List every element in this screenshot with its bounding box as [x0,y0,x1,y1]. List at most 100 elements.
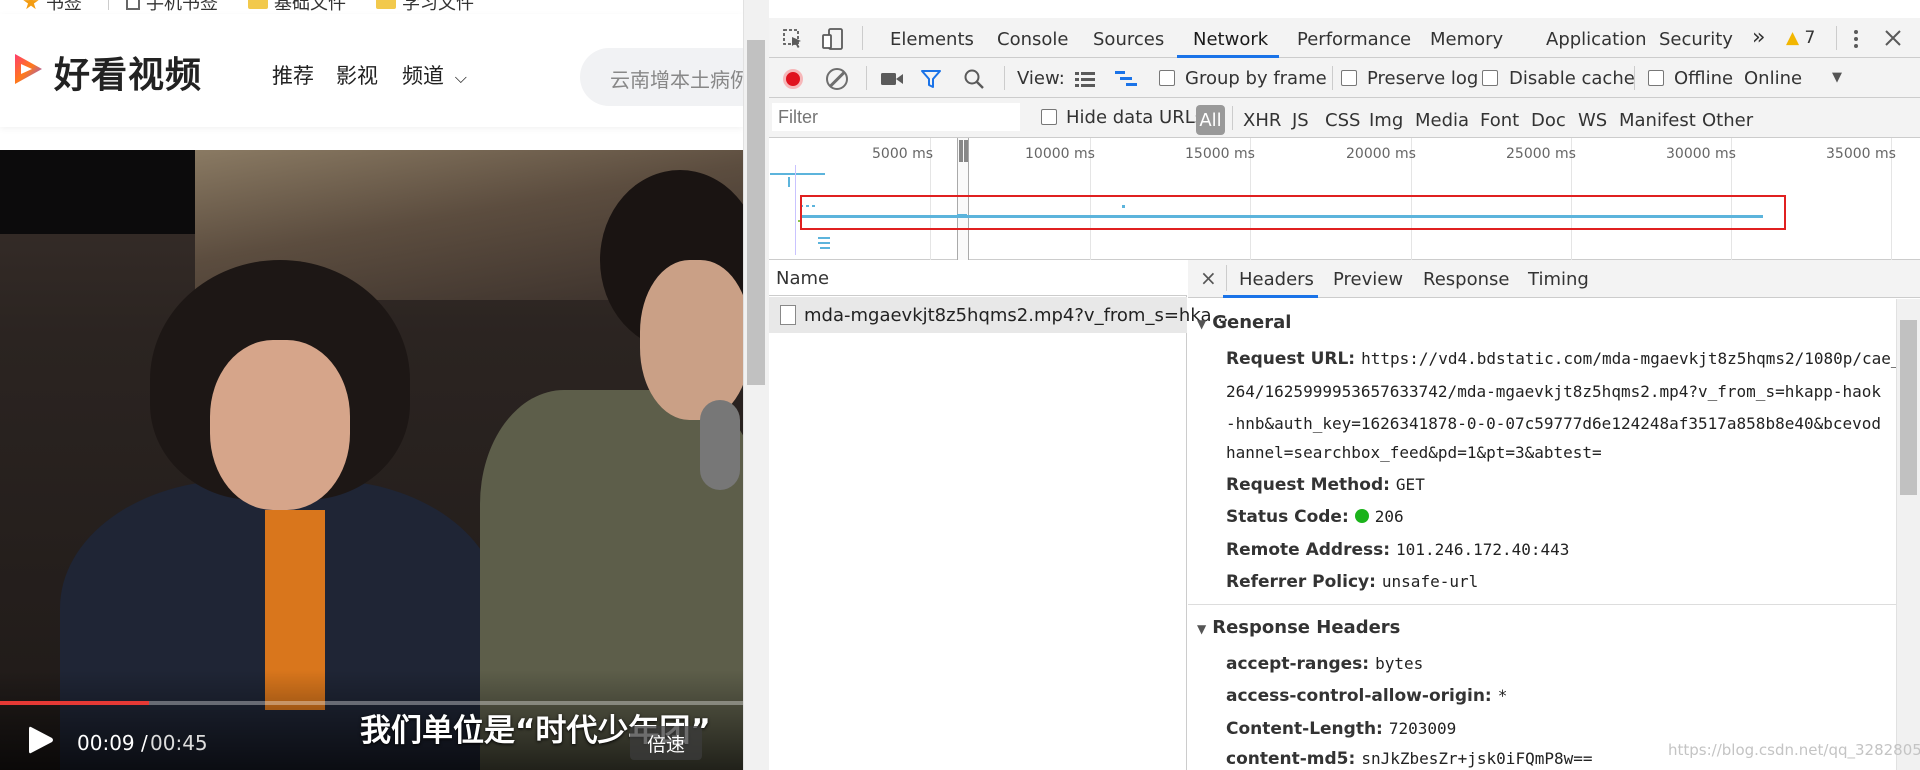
name-column-label: Name [776,268,830,289]
filter-type-ws[interactable]: WS [1578,110,1607,131]
tab-memory[interactable]: Memory [1430,29,1503,50]
watermark: https://blog.csdn.net/qq_32828053 [1668,741,1920,759]
total-time: 00:45 [150,731,208,755]
tab-console[interactable]: Console [997,29,1068,50]
triangle-down-icon: ▼ [1197,622,1207,636]
offline-label: Offline [1674,68,1734,89]
response-headers-section-header[interactable]: ▼ Response Headers [1197,617,1400,638]
dropdown-arrow-icon[interactable]: ▼ [1832,70,1842,85]
filter-type-other[interactable]: Other [1702,110,1753,131]
request-url-label: Request URL: [1226,349,1356,369]
filter-type-js[interactable]: JS [1292,110,1309,131]
toolbar-divider [1836,26,1837,50]
referrer-policy-row: Referrer Policy: unsafe-url [1226,572,1478,592]
filter-type-media[interactable]: Media [1415,110,1469,131]
preserve-log-checkbox[interactable] [1341,70,1357,86]
filter-type-manifest[interactable]: Manifest [1619,110,1696,131]
disable-cache-label: Disable cache [1509,68,1635,89]
general-section-title: General [1212,312,1292,333]
bookmark-item[interactable]: ★ 书签 [22,0,82,14]
request-name[interactable]: mda-mgaevkjt8z5hqms2.mp4?v_from_s=hka... [804,305,1229,326]
general-section-header[interactable]: ▼ General [1197,312,1291,333]
record-button[interactable] [783,69,803,89]
logo-icon[interactable] [6,48,48,90]
device-toolbar-icon[interactable] [822,27,844,51]
overview-tick-label: 10000 ms [1025,146,1095,162]
header-value: bytes [1375,654,1424,673]
overview-handle[interactable] [959,140,963,162]
warning-badge[interactable]: ▲ 7 [1786,28,1815,48]
tab-headers[interactable]: Headers [1239,269,1314,290]
disable-cache-checkbox[interactable] [1482,70,1498,86]
filter-type-doc[interactable]: Doc [1531,110,1566,131]
overview-tick-label: 35000 ms [1826,146,1896,162]
toolbar-divider [862,26,863,50]
folder-icon [248,0,268,9]
status-code-value: 206 [1374,507,1404,526]
bookmark-item[interactable]: 手机书签 [126,0,218,14]
speed-button[interactable]: 倍速 [630,726,702,760]
nav-recommend[interactable]: 推荐 [272,60,314,90]
filter-type-all[interactable]: All [1196,105,1225,135]
tab-security[interactable]: Security [1659,29,1733,50]
remote-address-row: Remote Address: 101.246.172.40:443 [1226,540,1569,560]
tab-sources[interactable]: Sources [1093,29,1164,50]
filter-type-xhr[interactable]: XHR [1243,110,1281,131]
filter-type-css[interactable]: CSS [1325,110,1360,131]
kebab-menu-icon[interactable] [1846,28,1866,50]
tab-application[interactable]: Application [1546,29,1647,50]
overview-tick-label: 20000 ms [1346,146,1416,162]
tab-timing[interactable]: Timing [1528,269,1589,290]
tab-performance[interactable]: Performance [1297,29,1411,50]
logo-text[interactable]: 好看视频 [54,46,202,98]
site-header: 好看视频 推荐 影视 频道 ⌵ 云南增本土病例 [0,14,743,127]
request-url-row: Request URL: https://vd4.bdstatic.com/mda… [1226,349,1901,369]
filter-type-font[interactable]: Font [1480,110,1519,131]
waterfall-icon[interactable] [1114,69,1138,89]
clear-button[interactable] [826,68,848,90]
tab-network[interactable]: Network [1193,29,1268,50]
tab-elements[interactable]: Elements [890,29,974,50]
nav-channels[interactable]: 频道 ⌵ [402,60,467,90]
close-icon[interactable] [1884,29,1902,47]
overview-tick-label: 25000 ms [1506,146,1576,162]
name-column-header[interactable] [769,260,1187,296]
active-tab-indicator [1223,295,1318,298]
folder-icon [376,0,396,9]
large-rows-icon[interactable] [1074,70,1096,88]
filter-type-img[interactable]: Img [1369,110,1403,131]
group-by-frame-checkbox[interactable] [1159,70,1175,86]
web-page: ★ 书签 手机书签 基础文件 学习文件 好看视频 推荐 影视 频道 ⌵ 云南增本… [0,0,743,770]
toolbar-divider [1332,66,1333,90]
bookmark-label: 学习文件 [402,0,474,14]
details-scrollbar-thumb[interactable] [1900,320,1917,495]
view-label: View: [1017,68,1065,89]
bookmark-label: 手机书签 [146,0,218,14]
video-player[interactable]: 我们单位是“时代少年团” 00:09 / 00:45 倍速 [0,150,743,770]
tab-response[interactable]: Response [1423,269,1509,290]
preserve-log-label: Preserve log [1367,68,1479,89]
throttling-select[interactable]: Online [1744,68,1802,89]
inspect-element-icon[interactable] [782,28,804,50]
filter-icon[interactable] [920,68,942,90]
filter-input[interactable] [772,103,1020,131]
play-icon[interactable] [22,722,58,758]
tab-preview[interactable]: Preview [1333,269,1403,290]
video-progress-fill[interactable] [0,701,149,705]
response-header-row: Content-Length: 7203009 [1226,719,1456,739]
camera-icon[interactable] [880,70,904,88]
bookmark-label: 基础文件 [274,0,346,14]
toolbar-divider [1232,106,1233,130]
overview-handle[interactable] [964,140,968,162]
hide-data-urls-checkbox[interactable] [1041,109,1057,125]
search-input[interactable]: 云南增本土病例 [610,64,743,93]
bookmark-item[interactable]: 基础文件 [248,0,346,14]
bookmark-item[interactable]: 学习文件 [376,0,474,14]
close-details-button[interactable]: × [1200,266,1217,290]
search-icon[interactable] [963,68,985,90]
offline-checkbox[interactable] [1648,70,1664,86]
nav-movies[interactable]: 影视 [336,60,378,90]
request-url-line: 264/1625999953657633742/mda-mgaevkjt8z5h… [1226,382,1882,401]
page-scrollbar-thumb[interactable] [747,40,765,385]
more-tabs-button[interactable]: » [1752,25,1765,50]
